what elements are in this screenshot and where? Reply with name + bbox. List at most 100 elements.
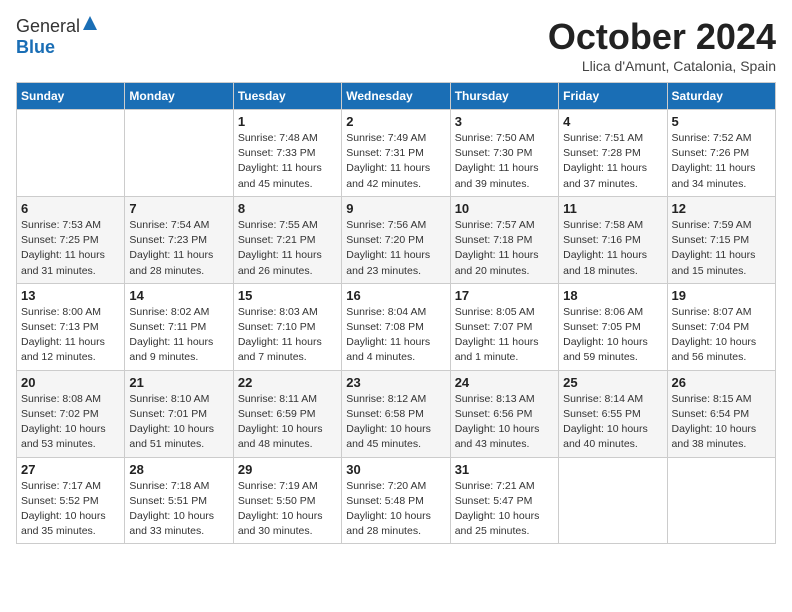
day-info-26: Sunrise: 8:15 AM Sunset: 6:54 PM Dayligh…	[672, 392, 771, 453]
day-number-7: 7	[129, 201, 228, 216]
day-cell-20: 20 Sunrise: 8:08 AM Sunset: 7:02 PM Dayli…	[17, 370, 125, 457]
day-cell-30: 30 Sunrise: 7:20 AM Sunset: 5:48 PM Dayli…	[342, 457, 450, 544]
weekday-header-monday: Monday	[125, 83, 233, 110]
day-info-28: Sunrise: 7:18 AM Sunset: 5:51 PM Dayligh…	[129, 479, 228, 540]
day-info-11: Sunrise: 7:58 AM Sunset: 7:16 PM Dayligh…	[563, 218, 662, 279]
title-block: October 2024 Llica d'Amunt, Catalonia, S…	[548, 16, 776, 74]
day-cell-14: 14 Sunrise: 8:02 AM Sunset: 7:11 PM Dayli…	[125, 283, 233, 370]
day-info-18: Sunrise: 8:06 AM Sunset: 7:05 PM Dayligh…	[563, 305, 662, 366]
weekday-header-saturday: Saturday	[667, 83, 775, 110]
day-number-26: 26	[672, 375, 771, 390]
day-number-8: 8	[238, 201, 337, 216]
day-cell-7: 7 Sunrise: 7:54 AM Sunset: 7:23 PM Daylig…	[125, 196, 233, 283]
day-cell-18: 18 Sunrise: 8:06 AM Sunset: 7:05 PM Dayli…	[559, 283, 667, 370]
day-cell-8: 8 Sunrise: 7:55 AM Sunset: 7:21 PM Daylig…	[233, 196, 341, 283]
day-number-1: 1	[238, 114, 337, 129]
day-number-18: 18	[563, 288, 662, 303]
day-cell-10: 10Sunrise: 7:57 AM Sunset: 7:18 PM Dayli…	[450, 196, 558, 283]
day-number-22: 22	[238, 375, 337, 390]
day-cell-19: 19Sunrise: 8:07 AM Sunset: 7:04 PM Dayli…	[667, 283, 775, 370]
week-row-3: 13 Sunrise: 8:00 AM Sunset: 7:13 PM Dayli…	[17, 283, 776, 370]
day-cell-21: 21 Sunrise: 8:10 AM Sunset: 7:01 PM Dayli…	[125, 370, 233, 457]
day-info-4: Sunrise: 7:51 AM Sunset: 7:28 PM Dayligh…	[563, 131, 662, 192]
day-number-28: 28	[129, 462, 228, 477]
day-number-20: 20	[21, 375, 120, 390]
day-info-17: Sunrise: 8:05 AM Sunset: 7:07 PM Dayligh…	[455, 305, 554, 366]
week-row-5: 27 Sunrise: 7:17 AM Sunset: 5:52 PM Dayli…	[17, 457, 776, 544]
day-info-13: Sunrise: 8:00 AM Sunset: 7:13 PM Dayligh…	[21, 305, 120, 366]
empty-cell	[17, 110, 125, 197]
day-info-27: Sunrise: 7:17 AM Sunset: 5:52 PM Dayligh…	[21, 479, 120, 540]
page-header: General Blue October 2024 Llica d'Amunt,…	[16, 16, 776, 74]
day-number-11: 11	[563, 201, 662, 216]
day-number-21: 21	[129, 375, 228, 390]
day-number-27: 27	[21, 462, 120, 477]
day-number-12: 12	[672, 201, 771, 216]
day-info-14: Sunrise: 8:02 AM Sunset: 7:11 PM Dayligh…	[129, 305, 228, 366]
day-info-23: Sunrise: 8:12 AM Sunset: 6:58 PM Dayligh…	[346, 392, 445, 453]
day-info-10: Sunrise: 7:57 AM Sunset: 7:18 PM Dayligh…	[455, 218, 554, 279]
weekday-header-friday: Friday	[559, 83, 667, 110]
day-cell-29: 29 Sunrise: 7:19 AM Sunset: 5:50 PM Dayli…	[233, 457, 341, 544]
day-info-1: Sunrise: 7:48 AM Sunset: 7:33 PM Dayligh…	[238, 131, 337, 192]
weekday-header-sunday: Sunday	[17, 83, 125, 110]
day-number-23: 23	[346, 375, 445, 390]
day-cell-6: 6Sunrise: 7:53 AM Sunset: 7:25 PM Daylig…	[17, 196, 125, 283]
weekday-header-row: SundayMondayTuesdayWednesdayThursdayFrid…	[17, 83, 776, 110]
day-cell-24: 24 Sunrise: 8:13 AM Sunset: 6:56 PM Dayli…	[450, 370, 558, 457]
day-info-20: Sunrise: 8:08 AM Sunset: 7:02 PM Dayligh…	[21, 392, 120, 453]
empty-cell	[559, 457, 667, 544]
day-info-24: Sunrise: 8:13 AM Sunset: 6:56 PM Dayligh…	[455, 392, 554, 453]
day-cell-1: 1 Sunrise: 7:48 AM Sunset: 7:33 PM Daylig…	[233, 110, 341, 197]
day-number-14: 14	[129, 288, 228, 303]
day-number-16: 16	[346, 288, 445, 303]
day-cell-16: 16Sunrise: 8:04 AM Sunset: 7:08 PM Dayli…	[342, 283, 450, 370]
location-title: Llica d'Amunt, Catalonia, Spain	[548, 58, 776, 74]
day-cell-27: 27 Sunrise: 7:17 AM Sunset: 5:52 PM Dayli…	[17, 457, 125, 544]
day-info-8: Sunrise: 7:55 AM Sunset: 7:21 PM Dayligh…	[238, 218, 337, 279]
day-info-31: Sunrise: 7:21 AM Sunset: 5:47 PM Dayligh…	[455, 479, 554, 540]
day-number-15: 15	[238, 288, 337, 303]
day-cell-2: 2 Sunrise: 7:49 AM Sunset: 7:31 PM Daylig…	[342, 110, 450, 197]
day-number-25: 25	[563, 375, 662, 390]
day-cell-17: 17Sunrise: 8:05 AM Sunset: 7:07 PM Dayli…	[450, 283, 558, 370]
day-cell-31: 31Sunrise: 7:21 AM Sunset: 5:47 PM Dayli…	[450, 457, 558, 544]
day-cell-9: 9Sunrise: 7:56 AM Sunset: 7:20 PM Daylig…	[342, 196, 450, 283]
day-info-29: Sunrise: 7:19 AM Sunset: 5:50 PM Dayligh…	[238, 479, 337, 540]
day-cell-23: 23 Sunrise: 8:12 AM Sunset: 6:58 PM Dayli…	[342, 370, 450, 457]
day-cell-26: 26 Sunrise: 8:15 AM Sunset: 6:54 PM Dayli…	[667, 370, 775, 457]
weekday-header-tuesday: Tuesday	[233, 83, 341, 110]
day-info-2: Sunrise: 7:49 AM Sunset: 7:31 PM Dayligh…	[346, 131, 445, 192]
day-number-4: 4	[563, 114, 662, 129]
day-info-22: Sunrise: 8:11 AM Sunset: 6:59 PM Dayligh…	[238, 392, 337, 453]
day-cell-4: 4 Sunrise: 7:51 AM Sunset: 7:28 PM Daylig…	[559, 110, 667, 197]
day-number-13: 13	[21, 288, 120, 303]
day-number-29: 29	[238, 462, 337, 477]
day-number-2: 2	[346, 114, 445, 129]
day-info-19: Sunrise: 8:07 AM Sunset: 7:04 PM Dayligh…	[672, 305, 771, 366]
day-info-3: Sunrise: 7:50 AM Sunset: 7:30 PM Dayligh…	[455, 131, 554, 192]
day-cell-12: 12 Sunrise: 7:59 AM Sunset: 7:15 PM Dayli…	[667, 196, 775, 283]
day-info-30: Sunrise: 7:20 AM Sunset: 5:48 PM Dayligh…	[346, 479, 445, 540]
day-info-12: Sunrise: 7:59 AM Sunset: 7:15 PM Dayligh…	[672, 218, 771, 279]
day-cell-15: 15Sunrise: 8:03 AM Sunset: 7:10 PM Dayli…	[233, 283, 341, 370]
day-info-21: Sunrise: 8:10 AM Sunset: 7:01 PM Dayligh…	[129, 392, 228, 453]
day-cell-28: 28 Sunrise: 7:18 AM Sunset: 5:51 PM Dayli…	[125, 457, 233, 544]
day-number-30: 30	[346, 462, 445, 477]
day-info-9: Sunrise: 7:56 AM Sunset: 7:20 PM Dayligh…	[346, 218, 445, 279]
weekday-header-wednesday: Wednesday	[342, 83, 450, 110]
day-number-3: 3	[455, 114, 554, 129]
day-number-5: 5	[672, 114, 771, 129]
day-info-5: Sunrise: 7:52 AM Sunset: 7:26 PM Dayligh…	[672, 131, 771, 192]
logo-blue-text: Blue	[16, 37, 55, 57]
day-cell-13: 13 Sunrise: 8:00 AM Sunset: 7:13 PM Dayli…	[17, 283, 125, 370]
day-cell-22: 22 Sunrise: 8:11 AM Sunset: 6:59 PM Dayli…	[233, 370, 341, 457]
day-number-6: 6	[21, 201, 120, 216]
day-cell-3: 3 Sunrise: 7:50 AM Sunset: 7:30 PM Daylig…	[450, 110, 558, 197]
week-row-4: 20 Sunrise: 8:08 AM Sunset: 7:02 PM Dayli…	[17, 370, 776, 457]
day-cell-11: 11 Sunrise: 7:58 AM Sunset: 7:16 PM Dayli…	[559, 196, 667, 283]
day-cell-5: 5 Sunrise: 7:52 AM Sunset: 7:26 PM Daylig…	[667, 110, 775, 197]
week-row-2: 6Sunrise: 7:53 AM Sunset: 7:25 PM Daylig…	[17, 196, 776, 283]
day-info-7: Sunrise: 7:54 AM Sunset: 7:23 PM Dayligh…	[129, 218, 228, 279]
day-number-24: 24	[455, 375, 554, 390]
